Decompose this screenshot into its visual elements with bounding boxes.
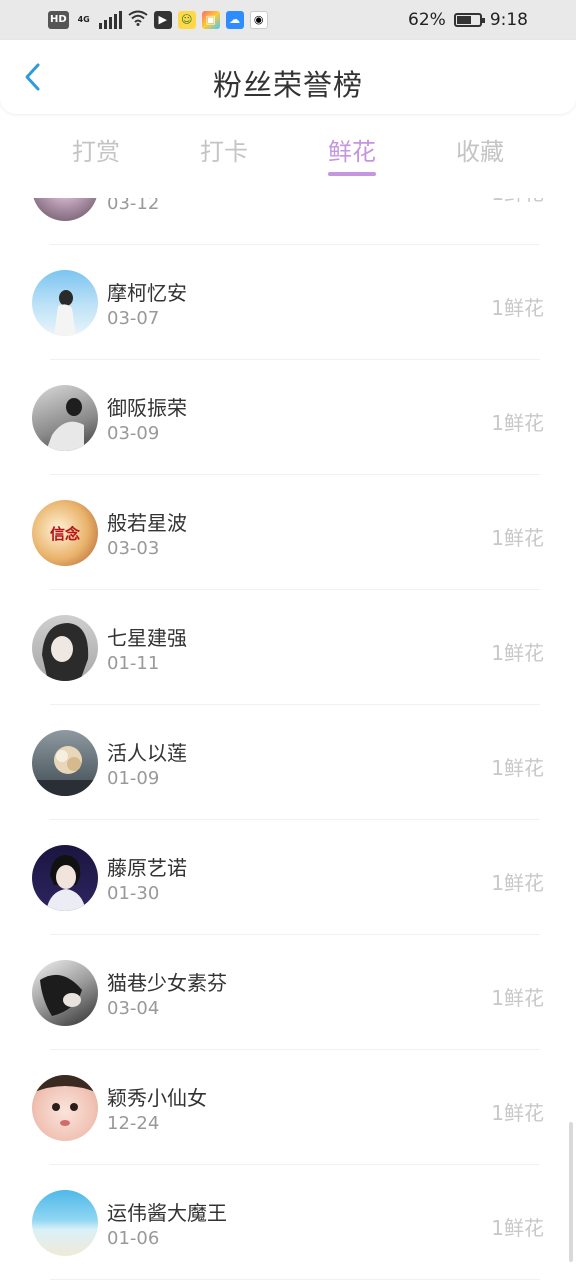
fan-list[interactable]: 03-12 1鲜花 摩柯忆安 03-07 1鲜花 御阪振荣 03-09 1鲜花 … xyxy=(0,198,576,1280)
app-notification-icon: ▣ xyxy=(201,11,220,29)
fan-name: 活人以莲 xyxy=(107,741,187,765)
qq-icon: ◉ xyxy=(249,11,268,29)
fan-date: 03-12 xyxy=(107,198,160,214)
battery-icon xyxy=(453,13,485,27)
avatar xyxy=(32,385,98,451)
fan-name: 猫巷少女素芬 xyxy=(107,971,227,995)
flower-count: 1鲜花 xyxy=(491,641,544,665)
tab-bar: 打赏 打卡 鲜花 收藏 xyxy=(0,118,576,194)
flower-count: 1鲜花 xyxy=(491,198,544,206)
app-notification-icon: ▶ xyxy=(153,11,172,29)
avatar: 信念 xyxy=(32,500,98,566)
fan-date: 01-06 xyxy=(107,1228,160,1249)
fan-date: 01-09 xyxy=(107,768,160,789)
clock: 9:18 xyxy=(489,10,528,30)
tab-label: 鲜花 xyxy=(328,138,376,166)
flower-count: 1鲜花 xyxy=(491,756,544,780)
list-item[interactable]: 颖秀小仙女 12-24 1鲜花 xyxy=(0,1050,576,1165)
flower-count: 1鲜花 xyxy=(491,1216,544,1240)
status-icons-right: 62% 9:18 xyxy=(408,10,528,30)
list-item[interactable]: 御阪振荣 03-09 1鲜花 xyxy=(0,360,576,475)
status-bar: HD 4G ▶ ☺ ▣ ☁ ◉ 62% 9:18 xyxy=(0,0,576,40)
fan-date: 03-07 xyxy=(107,308,160,329)
hd-icon: HD xyxy=(48,11,69,29)
list-item[interactable]: 摩柯忆安 03-07 1鲜花 xyxy=(0,245,576,360)
avatar xyxy=(32,730,98,796)
tab-flowers[interactable]: 鲜花 xyxy=(288,118,416,194)
flower-count: 1鲜花 xyxy=(491,871,544,895)
tab-label: 打赏 xyxy=(72,138,120,166)
avatar xyxy=(32,1075,98,1141)
flower-count: 1鲜花 xyxy=(491,411,544,435)
fan-date: 01-30 xyxy=(107,883,160,904)
battery-percent: 62% xyxy=(408,10,446,30)
tab-checkin[interactable]: 打卡 xyxy=(160,118,288,194)
tab-reward[interactable]: 打赏 xyxy=(32,118,160,194)
header-bar: 粉丝荣誉榜 xyxy=(0,40,576,114)
flower-count: 1鲜花 xyxy=(491,1101,544,1125)
network-type-label: 4G xyxy=(77,15,90,24)
fan-date: 03-03 xyxy=(107,538,160,559)
fan-name: 运伟酱大魔王 xyxy=(107,1201,227,1225)
list-item[interactable]: 猫巷少女素芬 03-04 1鲜花 xyxy=(0,935,576,1050)
list-item[interactable]: 活人以莲 01-09 1鲜花 xyxy=(0,705,576,820)
list-item[interactable]: 运伟酱大魔王 01-06 1鲜花 xyxy=(0,1165,576,1280)
tab-label: 收藏 xyxy=(456,138,504,166)
avatar-text: 信念 xyxy=(49,524,80,543)
page-title: 粉丝荣誉榜 xyxy=(212,68,363,102)
fan-name: 七星建强 xyxy=(107,626,187,650)
fan-date: 03-04 xyxy=(107,998,160,1019)
flower-count: 1鲜花 xyxy=(491,526,544,550)
list-item[interactable]: 信念 般若星波 03-03 1鲜花 xyxy=(0,475,576,590)
fan-list-content: 03-12 1鲜花 摩柯忆安 03-07 1鲜花 御阪振荣 03-09 1鲜花 … xyxy=(0,198,576,1280)
fan-name: 御阪振荣 xyxy=(107,396,187,420)
avatar xyxy=(32,198,98,221)
fan-name: 颖秀小仙女 xyxy=(107,1086,207,1110)
fan-date: 03-09 xyxy=(107,423,160,444)
cloud-icon: ☁ xyxy=(225,11,244,29)
tab-label: 打卡 xyxy=(200,138,248,166)
flower-count: 1鲜花 xyxy=(491,986,544,1010)
avatar xyxy=(32,845,98,911)
fan-name: 藤原艺诺 xyxy=(107,856,187,880)
tab-favorites[interactable]: 收藏 xyxy=(416,118,544,194)
scrollbar[interactable] xyxy=(569,1122,573,1262)
fan-date: 12-24 xyxy=(107,1113,160,1134)
app-notification-icon: ☺ xyxy=(177,11,196,29)
avatar xyxy=(32,615,98,681)
avatar xyxy=(32,1190,98,1256)
list-item[interactable]: 藤原艺诺 01-30 1鲜花 xyxy=(0,820,576,935)
avatar xyxy=(32,270,98,336)
avatar xyxy=(32,960,98,1026)
flower-count: 1鲜花 xyxy=(491,296,544,320)
status-icons-left: HD 4G ▶ ☺ ▣ ☁ ◉ xyxy=(48,10,268,30)
list-item[interactable]: 七星建强 01-11 1鲜花 xyxy=(0,590,576,705)
list-item[interactable]: 03-12 1鲜花 xyxy=(0,198,576,245)
fan-name: 般若星波 xyxy=(107,511,187,535)
wifi-icon xyxy=(128,10,148,30)
fan-name: 摩柯忆安 xyxy=(107,281,187,305)
signal-icon xyxy=(98,11,122,29)
fan-date: 01-11 xyxy=(107,653,160,674)
